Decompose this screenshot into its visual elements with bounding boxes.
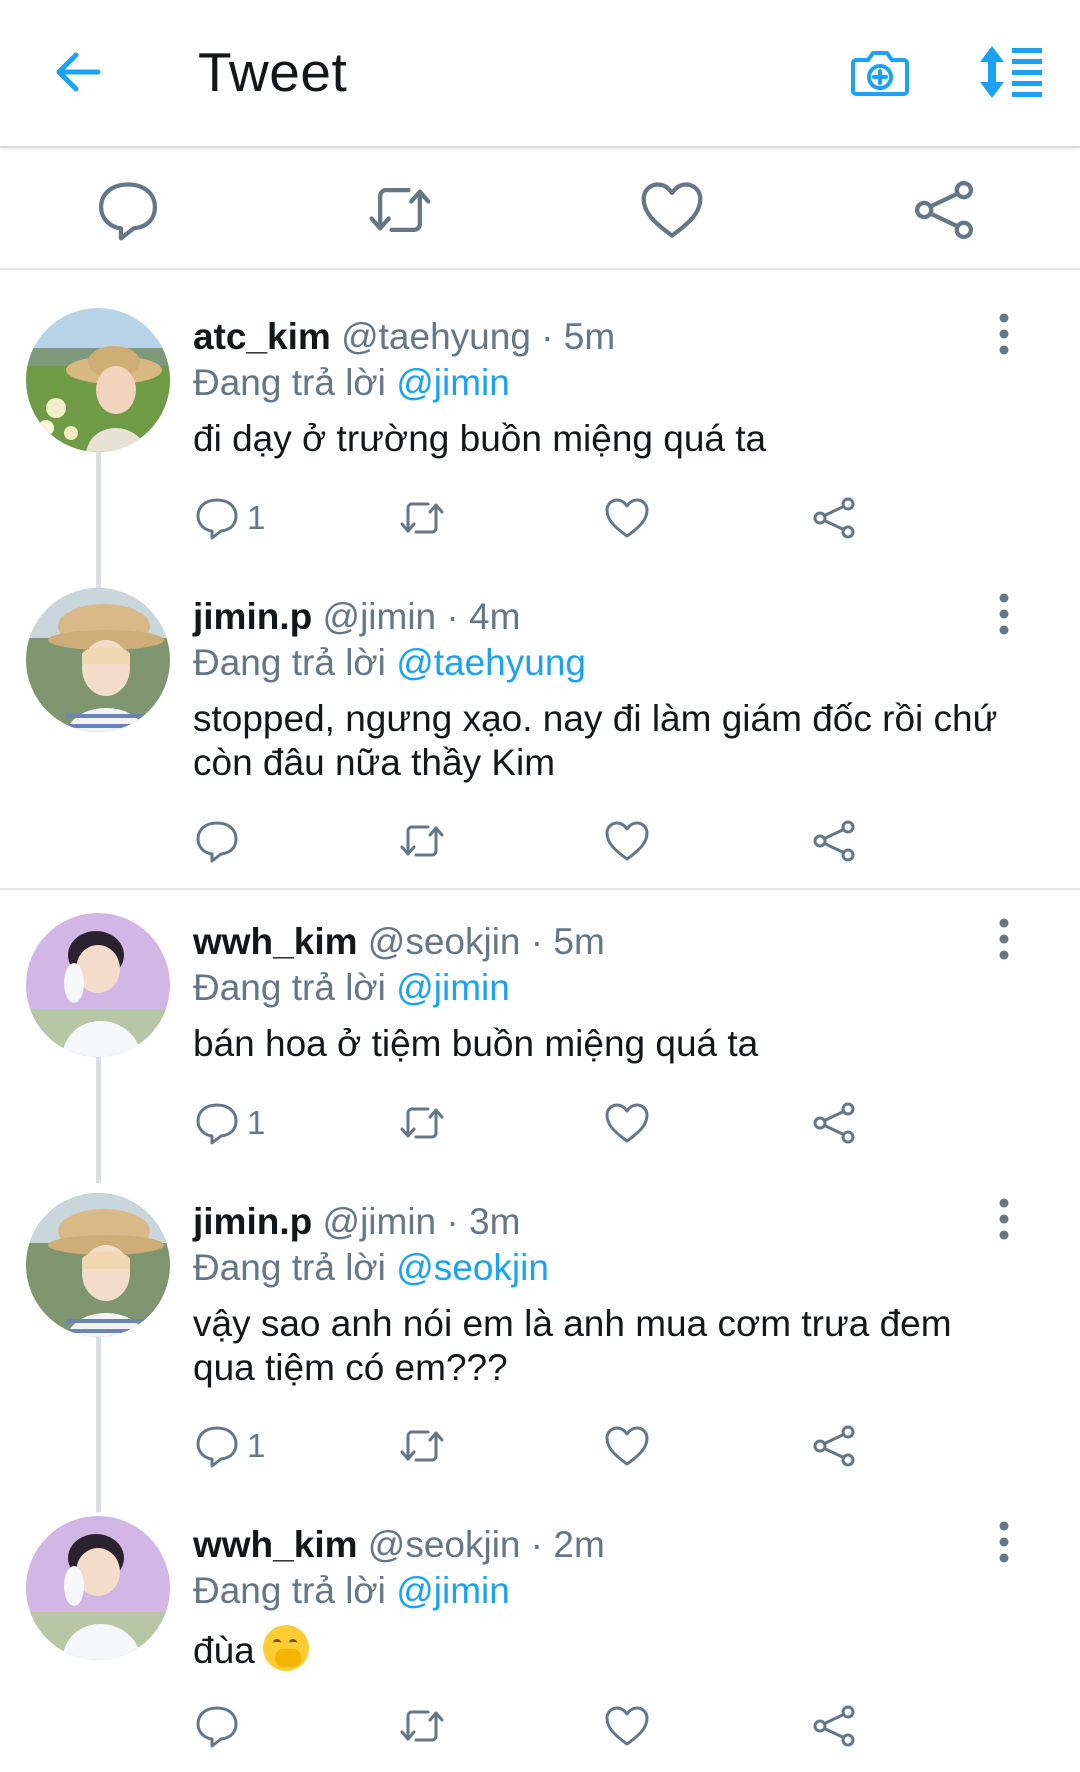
sort-list-icon[interactable] xyxy=(978,42,1048,102)
retweet-icon xyxy=(400,1107,444,1139)
display-name[interactable]: jimin.p xyxy=(193,596,312,637)
reply-tweet[interactable]: jimin.p @jimin · 3m Đang trả lời @seokji… xyxy=(0,1185,1080,1485)
more-vert-icon[interactable] xyxy=(990,1197,1018,1241)
display-name[interactable]: atc_kim xyxy=(193,316,331,357)
like-icon[interactable] xyxy=(638,176,706,244)
reply-tweet[interactable]: wwh_kim @seokjin · 2m Đang trả lời @jimi… xyxy=(0,1508,1080,1772)
handle-time: @seokjin · 2m xyxy=(367,1524,605,1565)
avatar[interactable] xyxy=(26,1193,170,1337)
display-name[interactable]: wwh_kim xyxy=(193,1524,358,1565)
top-app-bar: Tweet xyxy=(0,0,1080,148)
display-name[interactable]: jimin.p xyxy=(193,1201,312,1242)
reply-icon xyxy=(196,498,238,540)
like-icon xyxy=(605,1706,649,1746)
handle-time: @jimin · 4m xyxy=(322,596,521,637)
handle-time: @seokjin · 5m xyxy=(367,921,605,962)
like-icon xyxy=(605,498,649,538)
replying-to-label: Đang trả lời xyxy=(193,967,386,1008)
retweet-button[interactable] xyxy=(398,813,446,869)
reply-icon[interactable] xyxy=(94,176,162,244)
share-icon xyxy=(813,497,855,539)
share-icon xyxy=(813,1425,855,1467)
handle-time: @taehyung · 5m xyxy=(341,316,616,357)
more-vert-icon[interactable] xyxy=(990,312,1018,356)
retweet-icon[interactable] xyxy=(366,176,434,244)
share-icon[interactable] xyxy=(910,176,978,244)
avatar[interactable] xyxy=(26,588,170,732)
main-tweet-action-bar xyxy=(0,150,1080,270)
reply-icon xyxy=(196,1103,238,1145)
share-button[interactable] xyxy=(810,1095,858,1151)
reply-tweet[interactable]: jimin.p @jimin · 4m Đang trả lời @taehyu… xyxy=(0,580,1080,880)
retweet-button[interactable] xyxy=(398,1095,446,1151)
replying-to-label: Đang trả lời xyxy=(193,1247,386,1288)
more-vert-icon[interactable] xyxy=(990,1520,1018,1564)
thread-divider xyxy=(0,888,1080,890)
replying-to-label: Đang trả lời xyxy=(193,362,386,403)
share-button[interactable] xyxy=(810,490,858,546)
reply-tweet[interactable]: atc_kim @taehyung · 5m Đang trả lời @jim… xyxy=(0,300,1080,560)
camera-plus-icon[interactable] xyxy=(848,40,912,104)
reply-tweet[interactable]: wwh_kim @seokjin · 5m Đang trả lời @jimi… xyxy=(0,905,1080,1165)
share-button[interactable] xyxy=(810,1418,858,1474)
mention-link[interactable]: @jimin xyxy=(396,362,510,403)
share-icon xyxy=(813,1102,855,1144)
reply-count: 1 xyxy=(247,499,266,536)
reply-button[interactable]: 1 xyxy=(193,1095,265,1151)
retweet-button[interactable] xyxy=(398,490,446,546)
mention-link[interactable]: @jimin xyxy=(396,1570,510,1611)
reply-button[interactable] xyxy=(193,813,247,869)
back-arrow-icon[interactable] xyxy=(48,42,108,102)
like-button[interactable] xyxy=(603,813,651,869)
share-button[interactable] xyxy=(810,1698,858,1754)
tweet-text: bán hoa ở tiệm buồn miệng quá ta xyxy=(193,1023,759,1064)
retweet-icon xyxy=(400,1430,444,1462)
share-icon xyxy=(813,820,855,862)
share-icon xyxy=(813,1705,855,1747)
reply-icon xyxy=(196,821,238,863)
reply-count: 1 xyxy=(247,1427,266,1464)
reply-icon xyxy=(196,1426,238,1468)
like-icon xyxy=(605,1426,649,1466)
replying-to-label: Đang trả lời xyxy=(193,1570,386,1611)
like-button[interactable] xyxy=(603,1418,651,1474)
handle-time: @jimin · 3m xyxy=(322,1201,521,1242)
avatar[interactable] xyxy=(26,1516,170,1660)
avatar[interactable] xyxy=(26,913,170,1057)
like-button[interactable] xyxy=(603,1095,651,1151)
like-icon xyxy=(605,1103,649,1143)
hand-over-mouth-emoji xyxy=(262,1625,309,1671)
retweet-icon xyxy=(400,825,444,857)
retweet-button[interactable] xyxy=(398,1418,446,1474)
page-title: Tweet xyxy=(198,41,348,103)
like-icon xyxy=(605,821,649,861)
reply-button[interactable] xyxy=(193,1698,247,1754)
more-vert-icon[interactable] xyxy=(990,592,1018,636)
mention-link[interactable]: @taehyung xyxy=(396,642,586,683)
display-name[interactable]: wwh_kim xyxy=(193,921,358,962)
share-button[interactable] xyxy=(810,813,858,869)
tweet-text: đi dạy ở trường buồn miệng quá ta xyxy=(193,418,767,459)
more-vert-icon[interactable] xyxy=(990,917,1018,961)
tweet-text: stopped, ngưng xạo. nay đi làm giám đốc … xyxy=(193,698,998,783)
avatar[interactable] xyxy=(26,308,170,452)
like-button[interactable] xyxy=(603,490,651,546)
mention-link[interactable]: @jimin xyxy=(396,967,510,1008)
reply-button[interactable]: 1 xyxy=(193,1418,265,1474)
replying-to-label: Đang trả lời xyxy=(193,642,386,683)
retweet-icon xyxy=(400,1710,444,1742)
mention-link[interactable]: @seokjin xyxy=(396,1247,549,1288)
tweet-text: vậy sao anh nói em là anh mua cơm trưa đ… xyxy=(193,1303,952,1388)
like-button[interactable] xyxy=(603,1698,651,1754)
reply-button[interactable]: 1 xyxy=(193,490,265,546)
reply-count: 1 xyxy=(247,1104,266,1141)
tweet-text: đùa xyxy=(193,1630,255,1671)
reply-icon xyxy=(196,1706,238,1748)
retweet-icon xyxy=(400,502,444,534)
retweet-button[interactable] xyxy=(398,1698,446,1754)
